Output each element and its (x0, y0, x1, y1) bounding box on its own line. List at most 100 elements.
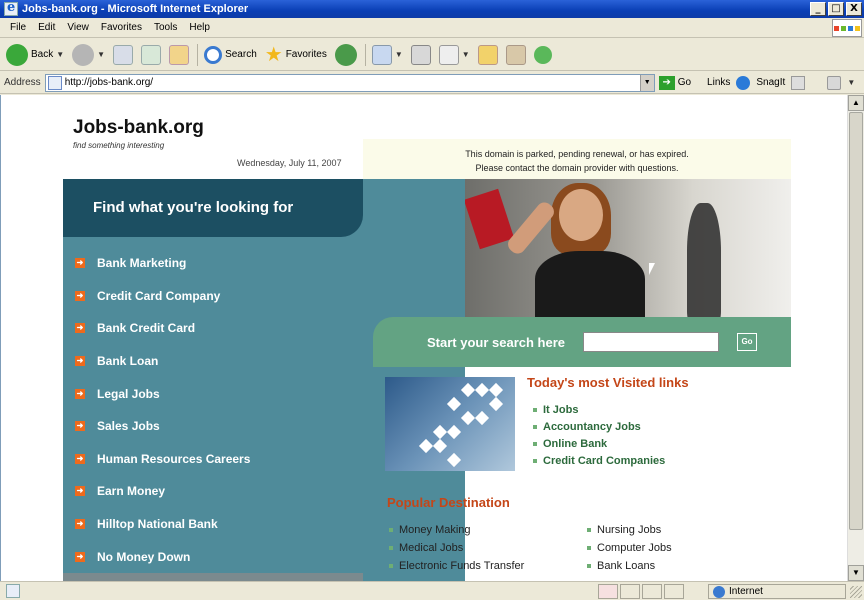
home-button[interactable] (169, 44, 190, 65)
links-label[interactable]: Links (707, 77, 730, 88)
menu-favorites[interactable]: Favorites (95, 22, 148, 33)
diamond-shape (460, 410, 476, 426)
stop-button[interactable] (113, 44, 134, 65)
extension-dropdown-icon[interactable]: ▼ (847, 78, 855, 87)
stop-icon (113, 44, 134, 65)
site-search-go-button[interactable]: Go (737, 333, 758, 351)
site-logo[interactable]: Jobs-bank.org (73, 117, 204, 139)
category-link[interactable]: ➜ Legal Jobs (75, 377, 250, 410)
popup-blocker-icon[interactable] (598, 584, 618, 599)
research-button[interactable] (505, 44, 526, 65)
go-arrow-icon: ➔ (658, 75, 675, 90)
popular-link-label: Medical Jobs (399, 542, 464, 554)
category-label: Sales Jobs (97, 419, 160, 434)
refresh-button[interactable] (141, 44, 162, 65)
scroll-up-arrow-icon[interactable]: ▲ (848, 95, 864, 111)
arrow-bullet-icon: ➜ (75, 551, 85, 562)
messenger-button[interactable] (533, 45, 552, 64)
star-icon: ★ (264, 44, 283, 66)
mouse-cursor-icon (649, 263, 655, 275)
media-button[interactable] (334, 43, 357, 66)
address-input[interactable]: http://jobs-bank.org/ ▼ (44, 73, 655, 92)
toolbar-separator (364, 43, 366, 66)
back-arrow-icon (6, 43, 28, 66)
back-button[interactable]: Back ▼ (6, 43, 64, 66)
diamond-shape (446, 452, 462, 468)
menu-file[interactable]: File (4, 22, 32, 33)
minimize-button[interactable]: _ (810, 2, 826, 16)
popular-link[interactable]: Nursing Jobs (587, 521, 672, 539)
popular-link[interactable]: Bank Loans (587, 557, 672, 575)
popular-link[interactable]: Electronic Funds Transfer (389, 557, 524, 575)
security-zone[interactable]: Internet (708, 584, 846, 599)
extension-icon[interactable] (827, 75, 842, 90)
category-link[interactable]: ➜ Human Resources Careers (75, 443, 250, 476)
category-link[interactable]: ➜ Earn Money (75, 475, 250, 508)
favorites-button[interactable]: ★ Favorites (265, 42, 327, 67)
snagit-icon (736, 75, 751, 90)
folder-button[interactable] (477, 44, 498, 65)
popular-link-label: Electronic Funds Transfer (399, 560, 525, 572)
category-link[interactable]: ➜ Sales Jobs (75, 410, 250, 443)
menu-view[interactable]: View (61, 22, 95, 33)
close-button[interactable]: X (846, 2, 862, 16)
visited-link[interactable]: It Jobs (533, 401, 665, 418)
menu-edit[interactable]: Edit (32, 22, 61, 33)
go-button[interactable]: ➔ Go (658, 75, 691, 90)
category-link[interactable]: ➜ Credit Card Company (75, 280, 250, 313)
search-prompt: Start your search here (427, 334, 566, 350)
mail-button[interactable]: ▼ (371, 44, 403, 65)
scroll-thumb[interactable] (849, 112, 863, 530)
forward-button[interactable]: ▼ (72, 43, 106, 66)
visited-link-label: Accountancy Jobs (543, 420, 641, 433)
site-date: Wednesday, July 11, 2007 (237, 158, 342, 168)
popular-link-label: Money Making (399, 524, 471, 536)
category-link[interactable]: ➜ Bank Credit Card (75, 312, 250, 345)
toolbar: Back ▼ ▼ Search ★ Favorites ▼ ▼ (0, 39, 864, 71)
snagit-capture-icon[interactable] (791, 75, 806, 90)
square-bullet-icon (533, 441, 537, 446)
arrow-bullet-icon: ➜ (75, 258, 85, 269)
maximize-button[interactable]: □ (828, 2, 844, 16)
ie-page-icon (4, 0, 18, 16)
popular-link[interactable]: Computer Jobs (587, 539, 672, 557)
square-bullet-icon (587, 546, 591, 550)
menu-bar: File Edit View Favorites Tools Help (0, 18, 864, 38)
category-link[interactable]: ➜ Bank Marketing (75, 247, 250, 280)
search-button[interactable]: Search (204, 45, 257, 64)
background-person-shape (687, 203, 721, 317)
address-url: http://jobs-bank.org/ (64, 77, 154, 88)
visited-link[interactable]: Accountancy Jobs (533, 418, 665, 435)
search-icon (204, 45, 223, 64)
edit-button[interactable]: ▼ (438, 44, 470, 65)
media-icon (334, 43, 357, 66)
notice-line-1: This domain is parked, pending renewal, … (465, 149, 689, 159)
print-button[interactable] (410, 44, 431, 65)
category-label: Bank Credit Card (97, 321, 196, 336)
popular-list-right: Nursing Jobs Computer Jobs Bank Loans (587, 521, 672, 575)
resize-grip-icon[interactable] (850, 586, 862, 598)
forward-dropdown-icon: ▼ (97, 50, 106, 59)
address-dropdown-icon[interactable]: ▼ (639, 74, 654, 91)
scroll-down-arrow-icon[interactable]: ▼ (848, 565, 864, 581)
site-search-input[interactable] (583, 332, 720, 352)
visited-link[interactable]: Online Bank (533, 435, 665, 452)
vertical-scrollbar[interactable]: ▲ ▼ (847, 95, 864, 581)
category-link[interactable]: ➜ Hilltop National Bank (75, 508, 250, 541)
diamond-shape (474, 410, 490, 426)
snagit-button[interactable]: SnagIt (756, 77, 785, 88)
menu-tools[interactable]: Tools (148, 22, 183, 33)
status-bar: Internet (0, 581, 864, 600)
category-link[interactable]: ➜ No Money Down (75, 540, 250, 573)
visited-link-label: It Jobs (543, 403, 579, 416)
popular-link[interactable]: Medical Jobs (389, 539, 524, 557)
category-link[interactable]: ➜ Bank Loan (75, 345, 250, 378)
globe-icon (713, 585, 725, 598)
printer-icon (410, 44, 431, 65)
menu-help[interactable]: Help (183, 22, 216, 33)
zone-label: Internet (729, 586, 763, 597)
favorites-label: Favorites (285, 49, 327, 60)
popular-list-left: Money Making Medical Jobs Electronic Fun… (389, 521, 524, 575)
visited-link[interactable]: Credit Card Companies (533, 452, 665, 469)
popular-link[interactable]: Money Making (389, 521, 524, 539)
